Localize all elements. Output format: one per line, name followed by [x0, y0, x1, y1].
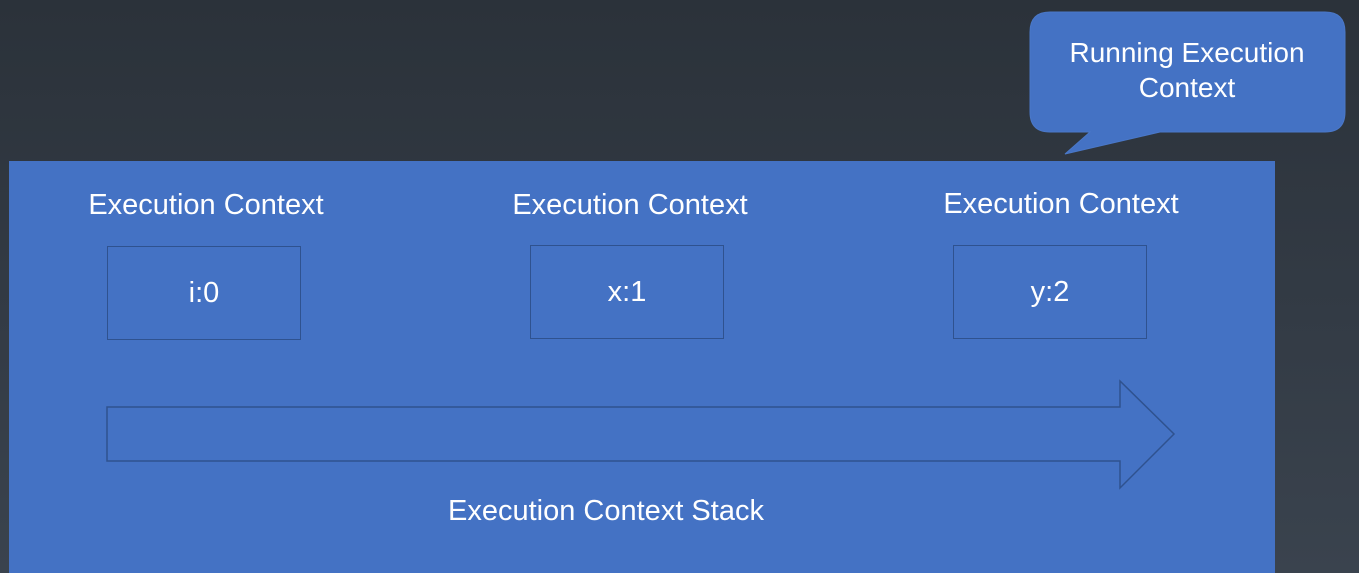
context-title-2: Execution Context: [512, 189, 748, 221]
stack-direction-arrow: [106, 379, 1176, 490]
context-box-3: y:2: [953, 245, 1147, 339]
callout-line-2: Context: [1138, 72, 1236, 103]
context-title-3: Execution Context: [943, 188, 1179, 220]
context-box-1: i:0: [107, 246, 301, 340]
diagram-canvas: Running Execution Context Execution Cont…: [0, 0, 1359, 573]
context-title-1: Execution Context: [88, 189, 324, 221]
context-box-2: x:1: [530, 245, 724, 339]
stack-label: Execution Context Stack: [448, 495, 764, 527]
running-context-callout-text: Running Execution Context: [1032, 35, 1342, 105]
callout-line-1: Running Execution: [1069, 37, 1305, 68]
